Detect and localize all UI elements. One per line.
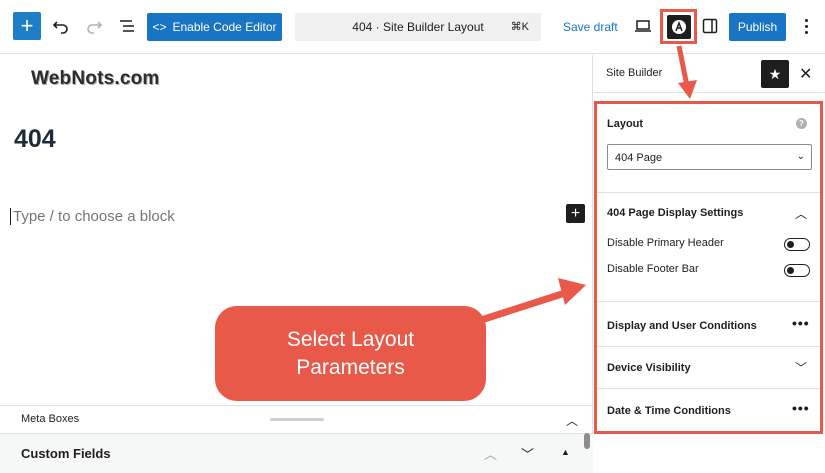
callout-line-1: Select Layout: [286, 327, 415, 351]
toggle-row-primary-header: Disable Primary Header: [607, 237, 812, 251]
layout-select-value: 404 Page: [615, 152, 663, 164]
star-icon[interactable]: ★: [761, 60, 789, 88]
help-icon[interactable]: ?: [796, 118, 807, 129]
disable-primary-header-toggle[interactable]: [784, 238, 810, 251]
document-title: 404 · Site Builder Layout: [352, 20, 484, 34]
date-time-conditions-section[interactable]: Date & Time Conditions •••: [597, 389, 820, 431]
custom-fields-header[interactable]: Custom Fields ︿ ﹀ ▲: [0, 433, 593, 473]
preview-desktop-icon[interactable]: [631, 14, 655, 38]
close-icon[interactable]: ✕: [799, 64, 812, 84]
scrollbar[interactable]: [584, 433, 590, 449]
callout-line-2: Parameters: [296, 355, 405, 379]
astra-logo-icon: [666, 14, 691, 39]
astra-settings-highlight[interactable]: [660, 9, 697, 44]
chevron-down-icon: ⌄: [796, 151, 805, 162]
layout-select[interactable]: 404 Page ⌄: [607, 144, 812, 170]
more-options-icon[interactable]: •••: [792, 400, 810, 416]
redo-icon[interactable]: [82, 14, 106, 38]
section-title: Device Visibility: [607, 362, 691, 374]
code-editor-label: Enable Code Editor: [172, 20, 277, 34]
editor-toolbar: + <> Enable Code Editor 404 · Site Build…: [0, 0, 825, 54]
toggle-label: Disable Footer Bar: [607, 263, 699, 275]
display-settings-title[interactable]: 404 Page Display Settings: [607, 207, 743, 219]
move-up-chevron-icon[interactable]: ︿: [484, 444, 497, 463]
toggle-label: Disable Primary Header: [607, 237, 724, 249]
resize-handle[interactable]: [270, 418, 324, 421]
display-settings-section: 404 Page Display Settings ︿ Disable Prim…: [597, 193, 820, 302]
section-title: Date & Time Conditions: [607, 405, 731, 417]
document-overview-icon[interactable]: [115, 14, 139, 38]
layout-section: Layout ? 404 Page ⌄: [597, 104, 820, 193]
annotation-callout: Select Layout Parameters: [215, 306, 486, 401]
meta-collapse-chevron-icon[interactable]: ︿: [566, 412, 578, 429]
save-draft-button[interactable]: Save draft: [563, 20, 618, 34]
inline-add-block-button[interactable]: +: [566, 204, 585, 223]
display-user-conditions-section[interactable]: Display and User Conditions •••: [597, 302, 820, 347]
settings-sidebar-icon[interactable]: [698, 14, 722, 38]
meta-boxes-label: Meta Boxes: [21, 413, 80, 425]
enable-code-editor-button[interactable]: <> Enable Code Editor: [147, 13, 282, 41]
publish-button[interactable]: Publish: [729, 13, 786, 41]
code-icon: <>: [152, 20, 167, 34]
toggle-panel-triangle-icon[interactable]: ▲: [561, 447, 570, 457]
add-block-button[interactable]: +: [13, 12, 41, 40]
layout-section-title: Layout: [607, 118, 644, 130]
meta-boxes-panel: Meta Boxes ︿ Custom Fields ︿ ﹀ ▲: [0, 405, 593, 473]
command-shortcut: ⌘K: [510, 21, 529, 33]
page-heading[interactable]: 404: [14, 125, 56, 154]
more-options-icon[interactable]: •••: [792, 315, 810, 331]
chevron-down-icon[interactable]: ﹀: [795, 359, 807, 376]
custom-fields-label: Custom Fields: [21, 446, 111, 461]
document-bar[interactable]: 404 · Site Builder Layout ⌘K: [295, 13, 541, 41]
sidebar-title: Site Builder: [606, 67, 663, 79]
device-visibility-section[interactable]: Device Visibility ﹀: [597, 347, 820, 389]
options-menu-icon[interactable]: [798, 14, 814, 38]
block-placeholder[interactable]: Type / to choose a block: [10, 208, 175, 225]
undo-icon[interactable]: [49, 14, 73, 38]
toggle-row-footer-bar: Disable Footer Bar: [607, 263, 812, 277]
section-title: Display and User Conditions: [607, 320, 757, 332]
chevron-up-icon[interactable]: ︿: [795, 205, 807, 222]
layout-parameters-highlight: Layout ? 404 Page ⌄ 404 Page Display Set…: [594, 101, 823, 434]
sidebar-header: Site Builder ★ ✕: [594, 55, 825, 93]
disable-footer-bar-toggle[interactable]: [784, 264, 810, 277]
site-logo: WebNots.com: [31, 68, 160, 89]
move-down-chevron-icon[interactable]: ﹀: [521, 444, 534, 463]
